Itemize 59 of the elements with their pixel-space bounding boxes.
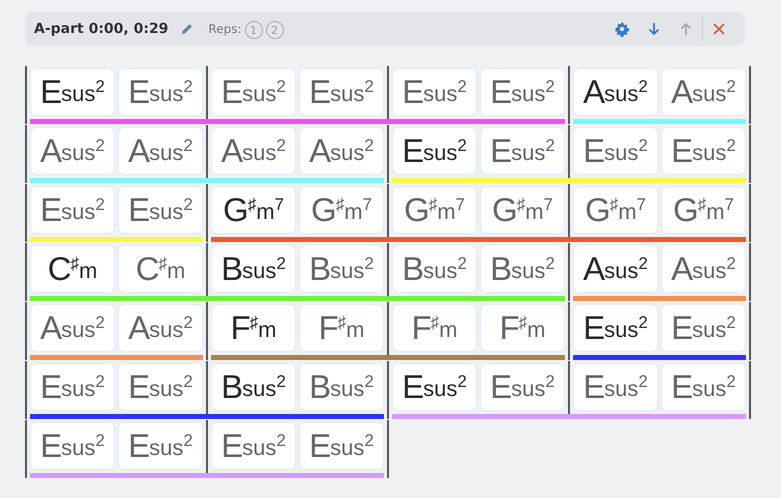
close-icon bbox=[711, 21, 727, 37]
chord-cell[interactable]: G$^{♯}$m$^{7}$ bbox=[573, 186, 658, 234]
chord-cell[interactable]: Asus$^{2}$ bbox=[30, 304, 115, 352]
chord-cell[interactable]: Esus$^{2}$ bbox=[573, 304, 658, 352]
chord-cell[interactable]: Esus$^{2}$ bbox=[573, 363, 658, 411]
chord-cell[interactable]: Esus$^{2}$ bbox=[30, 186, 115, 234]
arrow-up-icon bbox=[678, 21, 694, 37]
arrow-down-icon bbox=[646, 21, 662, 37]
chord-cell[interactable]: Esus$^{2}$ bbox=[661, 127, 746, 175]
chord-cell[interactable]: F$^{♯}$m bbox=[299, 304, 384, 352]
chord-cell[interactable]: Esus$^{2}$ bbox=[118, 363, 203, 411]
chord-cell[interactable]: Bsus$^{2}$ bbox=[480, 245, 565, 293]
chord-cell[interactable]: Asus$^{2}$ bbox=[30, 127, 115, 175]
chord-cell[interactable]: Esus$^{2}$ bbox=[392, 68, 477, 116]
chord-cell[interactable]: G$^{♯}$m$^{7}$ bbox=[480, 186, 565, 234]
chord-cell[interactable]: Asus$^{2}$ bbox=[573, 68, 658, 116]
chord-cell[interactable]: Esus$^{2}$ bbox=[661, 363, 746, 411]
chord-cell[interactable]: Esus$^{2}$ bbox=[118, 186, 203, 234]
chord-cell[interactable]: Asus$^{2}$ bbox=[661, 68, 746, 116]
chord-cell[interactable]: Esus$^{2}$ bbox=[211, 422, 296, 470]
chord-cell[interactable]: Esus$^{2}$ bbox=[573, 127, 658, 175]
chord-cell[interactable]: C$^{♯}$m bbox=[118, 245, 203, 293]
chord-cell[interactable]: G$^{♯}$m$^{7}$ bbox=[211, 186, 296, 234]
chord-cell[interactable]: Esus$^{2}$ bbox=[392, 363, 477, 411]
chord-cell[interactable]: Asus$^{2}$ bbox=[661, 245, 746, 293]
chord-cell[interactable]: G$^{♯}$m$^{7}$ bbox=[392, 186, 477, 234]
reps-label: Reps: bbox=[208, 22, 242, 36]
chord-cell[interactable]: Asus$^{2}$ bbox=[573, 245, 658, 293]
pencil-icon[interactable] bbox=[180, 22, 194, 36]
chord-cell[interactable]: F$^{♯}$m bbox=[480, 304, 565, 352]
chord-cell[interactable]: Esus$^{2}$ bbox=[661, 304, 746, 352]
chord-cell[interactable]: Bsus$^{2}$ bbox=[299, 363, 384, 411]
chord-cell[interactable]: Bsus$^{2}$ bbox=[392, 245, 477, 293]
settings-icon bbox=[614, 21, 630, 37]
chord-cell[interactable]: Esus$^{2}$ bbox=[30, 68, 115, 116]
chord-cell[interactable]: Esus$^{2}$ bbox=[30, 363, 115, 411]
chord-cell[interactable]: Esus$^{2}$ bbox=[118, 422, 203, 470]
chord-cell[interactable]: Esus$^{2}$ bbox=[30, 422, 115, 470]
chord-cell[interactable]: Esus$^{2}$ bbox=[118, 68, 203, 116]
part-title: A-part 0:00, 0:29 bbox=[34, 21, 168, 37]
chord-cell[interactable]: Bsus$^{2}$ bbox=[211, 245, 296, 293]
chord-cell[interactable]: Esus$^{2}$ bbox=[299, 68, 384, 116]
chord-cell[interactable]: G$^{♯}$m$^{7}$ bbox=[661, 186, 746, 234]
chord-cell[interactable]: Asus$^{2}$ bbox=[299, 127, 384, 175]
chord-cell[interactable]: Esus$^{2}$ bbox=[392, 127, 477, 175]
chord-cell[interactable]: C$^{♯}$m bbox=[30, 245, 115, 293]
chord-cell[interactable]: Esus$^{2}$ bbox=[480, 68, 565, 116]
chord-cell[interactable]: Asus$^{2}$ bbox=[211, 127, 296, 175]
chord-cell[interactable]: F$^{♯}$m bbox=[392, 304, 477, 352]
chord-cell[interactable]: Esus$^{2}$ bbox=[211, 68, 296, 116]
chord-cell[interactable]: Esus$^{2}$ bbox=[480, 363, 565, 411]
chord-cell[interactable]: Bsus$^{2}$ bbox=[211, 363, 296, 411]
chord-cell[interactable]: F$^{♯}$m bbox=[211, 304, 296, 352]
chord-cell[interactable]: G$^{♯}$m$^{7}$ bbox=[299, 186, 384, 234]
chord-cell[interactable]: Asus$^{2}$ bbox=[118, 304, 203, 352]
chord-cell[interactable]: Bsus$^{2}$ bbox=[299, 245, 384, 293]
chord-cell[interactable]: Asus$^{2}$ bbox=[118, 127, 203, 175]
chord-cell[interactable]: Esus$^{2}$ bbox=[299, 422, 384, 470]
chord-cell[interactable]: Esus$^{2}$ bbox=[480, 127, 565, 175]
